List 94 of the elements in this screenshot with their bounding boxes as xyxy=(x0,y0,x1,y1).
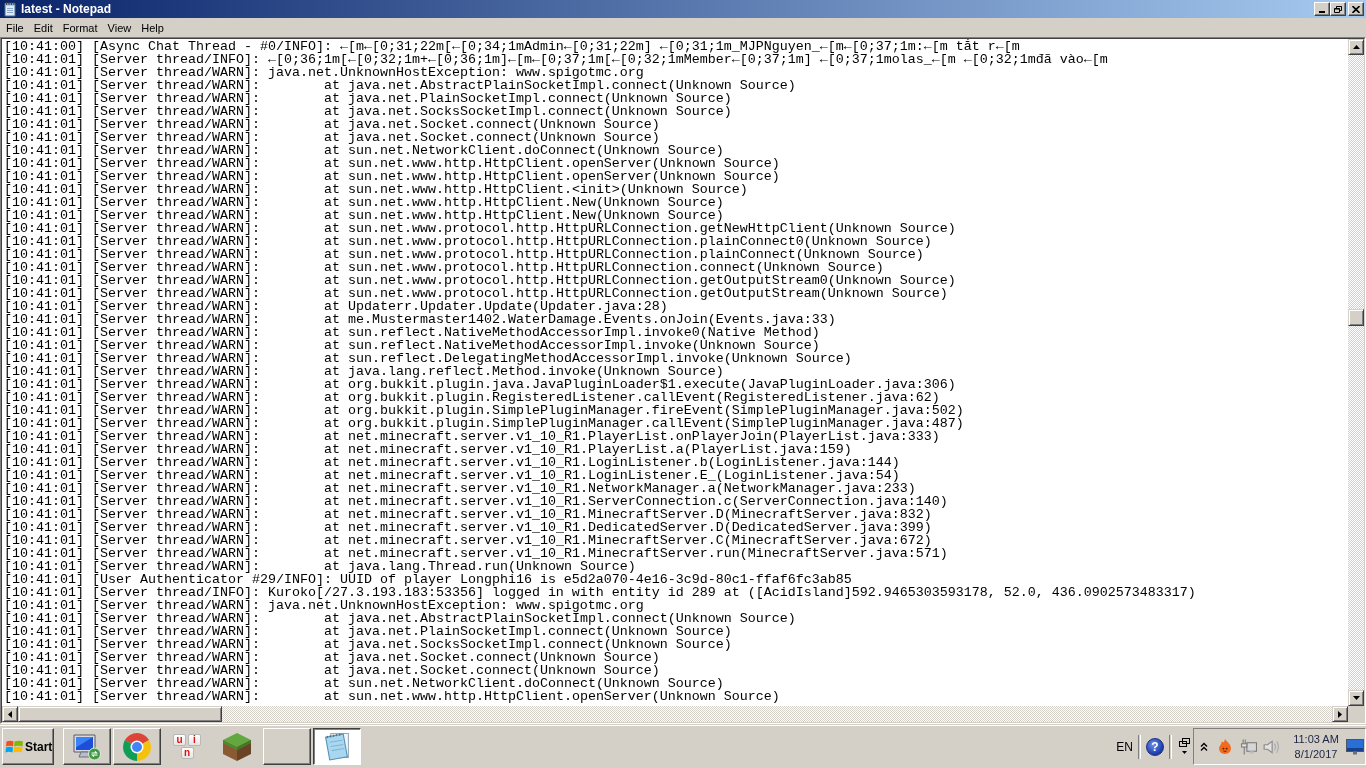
language-indicator[interactable]: EN xyxy=(1116,739,1133,754)
key-cap: i xyxy=(188,734,201,746)
triangle-up-icon xyxy=(1352,45,1360,49)
log-line: [10:41:01] [Server thread/WARN]: at net.minecraft.server.v1_10_R1.NetworkManager.a(NetworkManager.java:233) xyxy=(4,482,916,495)
double-chevron-icon[interactable] xyxy=(1200,742,1208,751)
log-line: [10:41:01] [Server thread/WARN]: at sun.net.www.protocol.http.HttpURLConnection.getOutputStream0(Unknown Source) xyxy=(4,274,956,287)
scroll-up-button[interactable] xyxy=(1348,39,1364,55)
log-line: [10:41:01] [Server thread/WARN]: at java.net.AbstractPlainSocketImpl.connect(Unknown Source) xyxy=(4,79,796,92)
key-cap: u xyxy=(173,734,186,746)
log-line: [10:41:01] [Server thread/WARN]: at org.bukkit.plugin.RegisteredListener.callEvent(RegisteredListener.java:62) xyxy=(4,391,940,404)
taskbar-button[interactable]: u i n xyxy=(163,728,211,765)
restore-button[interactable] xyxy=(1330,2,1346,16)
log-line: [10:41:01] [Server thread/WARN]: at Updaterr.Updater.Update(Updater.java:28) xyxy=(4,300,668,313)
menu-item[interactable]: View xyxy=(102,20,137,35)
log-line: [10:41:01] [Server thread/WARN]: at net.minecraft.server.v1_10_R1.MinecraftServer.C(MinecraftServer.java:672) xyxy=(4,534,932,547)
flame-icon[interactable] xyxy=(1217,738,1233,755)
network-icon[interactable] xyxy=(1241,738,1257,755)
key-cap: n xyxy=(180,747,194,759)
log-line: [10:41:01] [Server thread/WARN]: at java.net.Socket.connect(Unknown Source) xyxy=(4,664,660,677)
log-line: [10:41:01] [Server thread/WARN]: at me.Mustermaster1402.WaterDamage.Events.onJoin(Events.java:33) xyxy=(4,313,836,326)
log-line: [10:41:01] [Server thread/WARN]: at java.net.SocksSocketImpl.connect(Unknown Source) xyxy=(4,638,732,651)
log-line: [10:41:01] [Server thread/WARN]: at java.lang.reflect.Method.invoke(Unknown Source) xyxy=(4,365,724,378)
log-line: [10:41:01] [Server thread/INFO]: Kuroko[/27.3.193.183:53356] logged in with entity id 289 at ([AcidIsland]592.9465303593178, 52.0, 436.0902573483317) xyxy=(4,586,1196,599)
log-line: [10:41:01] [Server thread/WARN]: at net.minecraft.server.v1_10_R1.ServerConnection.c(ServerConnection.java:140) xyxy=(4,495,948,508)
log-line: [10:41:01] [Server thread/WARN]: at org.bukkit.plugin.java.JavaPluginLoader$1.execute(JavaPluginLoader.java:306) xyxy=(4,378,956,391)
scroll-down-button[interactable] xyxy=(1348,690,1364,706)
log-line: [10:41:01] [Server thread/WARN]: at sun.reflect.NativeMethodAccessorImpl.invoke(Unknown Source) xyxy=(4,339,820,352)
menu-item[interactable]: Edit xyxy=(28,20,58,35)
menu-item[interactable]: File xyxy=(1,20,29,35)
minimize-button[interactable] xyxy=(1314,2,1330,16)
log-line: [10:41:01] [Server thread/WARN]: at net.minecraft.server.v1_10_R1.LoginListener.E_(LoginListener.java:54) xyxy=(4,469,900,482)
log-line: [10:41:00] [Async Chat Thread - #0/INFO]: ←[m←[0;31;22m[←[0;34;1mAdmin←[0;31;22m] ←[0;31;1m_MJPNguyen_←[m←[0;37;1m:←[m tắt r←[m xyxy=(4,40,1020,53)
flag-icon xyxy=(5,739,24,754)
log-line: [10:41:01] [Server thread/WARN]: at java.net.SocksSocketImpl.connect(Unknown Source) xyxy=(4,105,732,118)
monitor-icon xyxy=(72,732,102,761)
log-line: [10:41:01] [Server thread/WARN]: java.net.UnknownHostException: www.spigotmc.org xyxy=(4,66,644,79)
scrollbar-thumb[interactable] xyxy=(18,706,222,722)
log-line: [10:41:01] [Server thread/WARN]: at sun.reflect.DelegatingMethodAccessorImpl.invoke(Unknown Source) xyxy=(4,352,852,365)
log-line: [10:41:01] [Server thread/WARN]: at java.net.PlainSocketImpl.connect(Unknown Source) xyxy=(4,625,732,638)
grass-block-icon xyxy=(222,732,252,761)
log-line: [10:41:01] [Server thread/WARN]: at sun.net.www.protocol.http.HttpURLConnection.connect(Unknown Source) xyxy=(4,261,884,274)
close-button[interactable] xyxy=(1348,2,1364,16)
clock-date: 8/1/2017 xyxy=(1294,748,1338,760)
log-line: [10:41:01] [Server thread/WARN]: at net.minecraft.server.v1_10_R1.MinecraftServer.run(MinecraftServer.java:571) xyxy=(4,547,948,560)
triangle-right-icon xyxy=(1338,710,1342,718)
scroll-right-button[interactable] xyxy=(1332,706,1348,722)
start-button[interactable]: Start xyxy=(2,728,54,765)
browser-icon xyxy=(122,732,152,761)
stacked-windows-caret-icon[interactable] xyxy=(1179,738,1190,755)
log-line: [10:41:01] [Server thread/WARN]: at sun.net.www.http.HttpClient.New(Unknown Source) xyxy=(4,196,724,209)
log-line: [10:41:01] [Server thread/WARN]: at java.net.Socket.connect(Unknown Source) xyxy=(4,118,660,131)
help-button[interactable]: ? xyxy=(1146,737,1164,756)
log-line: [10:41:01] [Server thread/WARN]: at sun.reflect.NativeMethodAccessorImpl.invoke0(Native Method) xyxy=(4,326,820,339)
log-line: [10:41:01] [Server thread/WARN]: at sun.net.www.http.HttpClient.<init>(Unknown Source) xyxy=(4,183,748,196)
log-line: [10:41:01] [Server thread/WARN]: at sun.net.NetworkClient.doConnect(Unknown Source) xyxy=(4,144,724,157)
log-line: [10:41:01] [Server thread/WARN]: at sun.net.www.http.HttpClient.openServer(Unknown Source) xyxy=(4,170,780,183)
menu-item[interactable]: Format xyxy=(57,20,103,35)
log-line: [10:41:01] [Server thread/WARN]: at sun.net.NetworkClient.doConnect(Unknown Source) xyxy=(4,677,724,690)
log-line: [10:41:01] [Server thread/WARN]: at net.minecraft.server.v1_10_R1.DedicatedServer.D(DedicatedServer.java:399) xyxy=(4,521,932,534)
log-line: [10:41:01] [Server thread/WARN]: java.net.UnknownHostException: www.spigotmc.org xyxy=(4,599,644,612)
log-line: [10:41:01] [Server thread/WARN]: at java.net.AbstractPlainSocketImpl.connect(Unknown Source) xyxy=(4,612,796,625)
log-line: [10:41:01] [User Authenticator #29/INFO]: UUID of player Longphi16 is e5d2a070-4e16-3c9d-80c1-ffaf6fc3ab85 xyxy=(4,573,852,586)
log-line: [10:41:01] [Server thread/WARN]: at sun.net.www.protocol.http.HttpURLConnection.plainConnect0(Unknown Source) xyxy=(4,235,932,248)
log-line: [10:41:01] [Server thread/INFO]: ←[0;36;1m[←[0;32;1m+←[0;36;1m]←[m←[0;37;1m[←[0;32;1mMember←[0;37;1m] ←[0;37;1molas_←[m ←[0;32;1mđã vào←[m xyxy=(4,53,1108,66)
window-title: latest - Notepad xyxy=(21,2,111,16)
log-line: [10:41:01] [Server thread/WARN]: at org.bukkit.plugin.SimplePluginManager.fireEvent(SimplePluginManager.java:502) xyxy=(4,404,964,417)
close-icon xyxy=(1352,5,1360,13)
log-line: [10:41:01] [Server thread/WARN]: at net.minecraft.server.v1_10_R1.PlayerList.onPlayerJoin(PlayerList.java:333) xyxy=(4,430,940,443)
menu-item[interactable]: Help xyxy=(136,20,169,35)
log-line: [10:41:01] [Server thread/WARN]: at java.net.PlainSocketImpl.connect(Unknown Source) xyxy=(4,92,732,105)
restore-icon xyxy=(1334,5,1342,13)
log-line: [10:41:01] [Server thread/WARN]: at net.minecraft.server.v1_10_R1.MinecraftServer.D(MinecraftServer.java:832) xyxy=(4,508,932,521)
log-line: [10:41:01] [Server thread/WARN]: at sun.net.www.http.HttpClient.New(Unknown Source) xyxy=(4,209,724,222)
monitor-icon[interactable] xyxy=(1346,738,1364,755)
notepad-icon xyxy=(2,1,18,17)
log-line: [10:41:01] [Server thread/WARN]: at sun.net.www.protocol.http.HttpURLConnection.getNewHttpClient(Unknown Source) xyxy=(4,222,956,235)
triangle-down-icon xyxy=(1352,696,1360,700)
log-line: [10:41:01] [Server thread/WARN]: at java.net.Socket.connect(Unknown Source) xyxy=(4,651,660,664)
log-line: [10:41:01] [Server thread/WARN]: at java.net.Socket.connect(Unknown Source) xyxy=(4,131,660,144)
log-line: [10:41:01] [Server thread/WARN]: at sun.net.www.protocol.http.HttpURLConnection.plainConnect(Unknown Source) xyxy=(4,248,924,261)
log-line: [10:41:01] [Server thread/WARN]: at sun.net.www.protocol.http.HttpURLConnection.getOutputStream(Unknown Source) xyxy=(4,287,948,300)
text-area[interactable] xyxy=(2,39,1348,706)
notepad-icon xyxy=(322,732,352,761)
log-line: [10:41:01] [Server thread/WARN]: at sun.net.www.http.HttpClient.openServer(Unknown Source) xyxy=(4,157,780,170)
triangle-left-icon xyxy=(8,710,12,718)
log-line: [10:41:01] [Server thread/WARN]: at net.minecraft.server.v1_10_R1.PlayerList.a(PlayerList.java:159) xyxy=(4,443,852,456)
scroll-left-button[interactable] xyxy=(2,706,18,722)
log-line: [10:41:01] [Server thread/WARN]: at net.minecraft.server.v1_10_R1.LoginListener.b(LoginListener.java:144) xyxy=(4,456,900,469)
log-line: [10:41:01] [Server thread/WARN]: at java.lang.Thread.run(Unknown Source) xyxy=(4,560,636,573)
log-line: [10:41:01] [Server thread/WARN]: at org.bukkit.plugin.SimplePluginManager.callEvent(SimplePluginManager.java:487) xyxy=(4,417,964,430)
scrollbar-thumb[interactable] xyxy=(1348,309,1364,326)
taskbar-button[interactable] xyxy=(313,728,361,765)
clock-time: 11:03 AM xyxy=(1293,733,1339,745)
log-line: [10:41:01] [Server thread/WARN]: at sun.net.www.http.HttpClient.openServer(Unknown Source) xyxy=(4,690,780,703)
